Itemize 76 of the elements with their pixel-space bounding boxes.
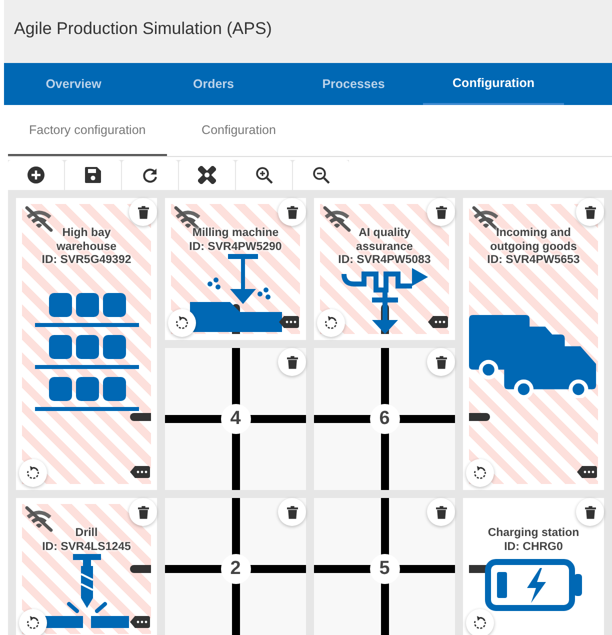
tag-icon[interactable] — [130, 466, 150, 478]
trash-icon — [286, 506, 298, 518]
rotate-icon — [26, 466, 40, 480]
tag-icon[interactable] — [130, 616, 150, 628]
station-name: AI quality assurance — [355, 227, 414, 254]
nav-tab[interactable]: Processes — [283, 63, 424, 105]
station-id: ID: SVR4PW5290 — [189, 240, 282, 254]
rotate-icon — [175, 316, 189, 330]
station-name: High bay warehouse — [55, 227, 118, 254]
trash-icon — [138, 506, 148, 518]
bandage-button[interactable] — [179, 160, 235, 190]
rotate-icon — [26, 616, 40, 630]
delete-button[interactable] — [278, 198, 306, 226]
refresh-button[interactable] — [122, 160, 178, 190]
trash-icon — [584, 506, 596, 518]
save-button[interactable] — [65, 160, 121, 190]
station-name: Milling machine — [192, 227, 279, 240]
rotate-button[interactable] — [19, 459, 47, 487]
station-name: Charging station — [488, 527, 580, 540]
app-title: Agile Production Simulation (APS) — [14, 19, 272, 39]
rotate-button[interactable] — [466, 609, 494, 635]
trash-icon — [138, 206, 148, 218]
station-name: Incoming and outgoing goods — [489, 227, 578, 254]
bandage-icon — [198, 166, 216, 184]
trash-icon — [436, 506, 446, 518]
road-number: 5 — [370, 554, 400, 584]
sub-tab[interactable]: Factory configuration — [8, 105, 167, 156]
delete-button[interactable] — [129, 498, 157, 526]
delete-button[interactable] — [427, 348, 455, 376]
delete-button[interactable] — [576, 198, 604, 226]
tag-icon[interactable] — [428, 316, 448, 328]
station-id: ID: SVR4LS1245 — [42, 540, 131, 554]
station-id: ID: CHRG0 — [504, 540, 563, 554]
delete-button[interactable] — [427, 198, 455, 226]
road-number: 4 — [220, 404, 250, 434]
zoom-out-icon — [312, 166, 330, 184]
trash-icon — [286, 206, 298, 218]
station-id: ID: SVR4PW5083 — [338, 254, 431, 268]
delete-button[interactable] — [278, 498, 306, 526]
nav-tab[interactable]: Overview — [3, 63, 144, 105]
nav-tab[interactable]: Configuration — [423, 63, 564, 105]
save-icon — [84, 166, 102, 184]
trash-icon — [286, 356, 298, 368]
delete-button[interactable] — [129, 198, 157, 226]
rotate-button[interactable] — [317, 309, 345, 337]
rotate-icon — [324, 316, 338, 330]
tag-icon[interactable] — [279, 316, 299, 328]
trash-icon — [436, 356, 446, 368]
nav-tab[interactable]: Orders — [143, 63, 284, 105]
milling-machine-icon — [190, 254, 282, 332]
zoom-in-icon — [255, 166, 273, 184]
rotate-icon — [473, 466, 487, 480]
trash-icon — [436, 206, 446, 218]
rotate-button[interactable] — [466, 459, 494, 487]
rotate-icon — [473, 616, 487, 630]
delete-button[interactable] — [427, 498, 455, 526]
refresh-icon — [141, 166, 159, 184]
circuit-arrow-icon — [340, 268, 430, 334]
add-icon — [27, 166, 45, 184]
station-id: ID: SVR5G49392 — [42, 254, 132, 268]
delete-button[interactable] — [576, 498, 604, 526]
zoom-in-button[interactable] — [236, 160, 292, 190]
station-id: ID: SVR4PW5653 — [487, 254, 580, 268]
vans-icon — [469, 314, 598, 398]
road-number: 6 — [370, 404, 400, 434]
rotate-button[interactable] — [19, 609, 47, 635]
rotate-button[interactable] — [168, 309, 196, 337]
station-name: Drill — [75, 527, 98, 540]
battery-icon — [484, 558, 584, 612]
zoom-out-button[interactable] — [293, 160, 349, 190]
add-button[interactable] — [8, 160, 64, 190]
sub-tab[interactable]: Configuration — [166, 105, 311, 156]
tag-icon[interactable] — [577, 466, 597, 478]
road-number: 2 — [220, 554, 250, 584]
trash-icon — [584, 206, 596, 218]
delete-button[interactable] — [278, 348, 306, 376]
